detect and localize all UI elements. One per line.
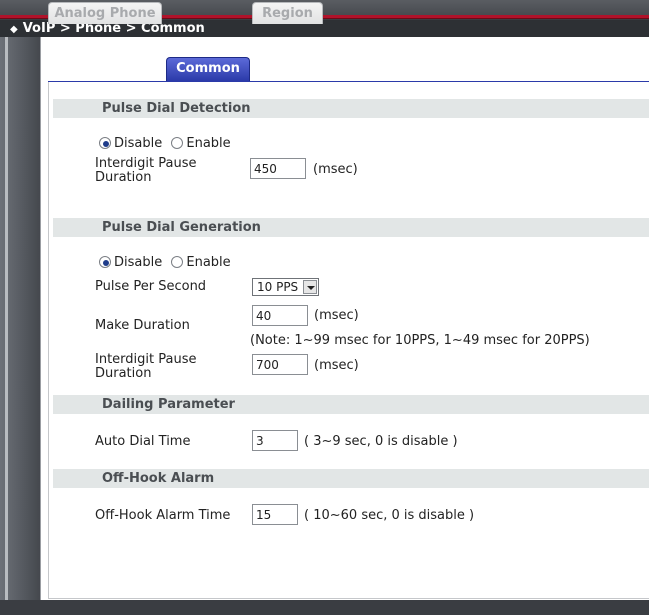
auto-dial-input[interactable] [252, 430, 298, 451]
section-dialing-parameter: Dailing Parameter [53, 395, 649, 414]
pulse-generation-radio-group: Disable Enable [99, 255, 231, 271]
off-hook-alarm-label: Off-Hook Alarm Time [95, 508, 231, 523]
detection-interdigit-unit: (msec) [313, 162, 358, 177]
auto-dial-hint: ( 3~9 sec, 0 is disable ) [304, 434, 458, 449]
generation-interdigit-input[interactable] [252, 354, 308, 375]
pulse-detection-enable-label: Enable [186, 136, 231, 151]
side-frame-edge [5, 37, 8, 615]
pps-select-value: 10 PPS [257, 280, 299, 294]
diamond-icon: ◆ [10, 24, 18, 35]
section-off-hook-alarm: Off-Hook Alarm [53, 469, 649, 488]
make-duration-input[interactable] [252, 305, 308, 326]
off-hook-alarm-hint: ( 10~60 sec, 0 is disable ) [304, 508, 475, 523]
make-duration-unit: (msec) [314, 308, 359, 323]
pulse-detection-enable-radio[interactable] [171, 137, 184, 149]
generation-interdigit-label: Interdigit Pause Duration [95, 352, 197, 381]
make-duration-label: Make Duration [95, 318, 190, 333]
pulse-detection-disable-label: Disable [114, 136, 163, 151]
pulse-detection-disable-radio[interactable] [99, 137, 111, 149]
pulse-generation-disable-radio[interactable] [99, 256, 111, 268]
pulse-generation-enable-label: Enable [186, 255, 231, 270]
pulse-generation-enable-radio[interactable] [171, 256, 184, 268]
chevron-down-icon[interactable] [303, 280, 317, 294]
pps-select[interactable]: 10 PPS [252, 278, 319, 296]
make-duration-note: (Note: 1~99 msec for 10PPS, 1~49 msec fo… [250, 333, 590, 348]
section-pulse-dial-generation: Pulse Dial Generation [53, 218, 649, 237]
off-hook-alarm-input[interactable] [252, 504, 298, 525]
generation-interdigit-unit: (msec) [314, 358, 359, 373]
pps-label: Pulse Per Second [95, 279, 207, 294]
detection-interdigit-label: Interdigit Pause Duration [95, 156, 197, 185]
tab-common[interactable]: Common [166, 57, 250, 81]
section-pulse-dial-detection: Pulse Dial Detection [53, 99, 649, 118]
tab-analog-phone[interactable]: Analog Phone [48, 2, 162, 24]
tab-region[interactable]: Region [252, 2, 323, 24]
bottom-bar [0, 600, 649, 615]
pulse-generation-disable-label: Disable [114, 255, 163, 270]
detection-interdigit-input[interactable] [250, 158, 306, 179]
auto-dial-label: Auto Dial Time [95, 434, 191, 449]
pulse-detection-radio-group: Disable Enable [99, 136, 231, 152]
